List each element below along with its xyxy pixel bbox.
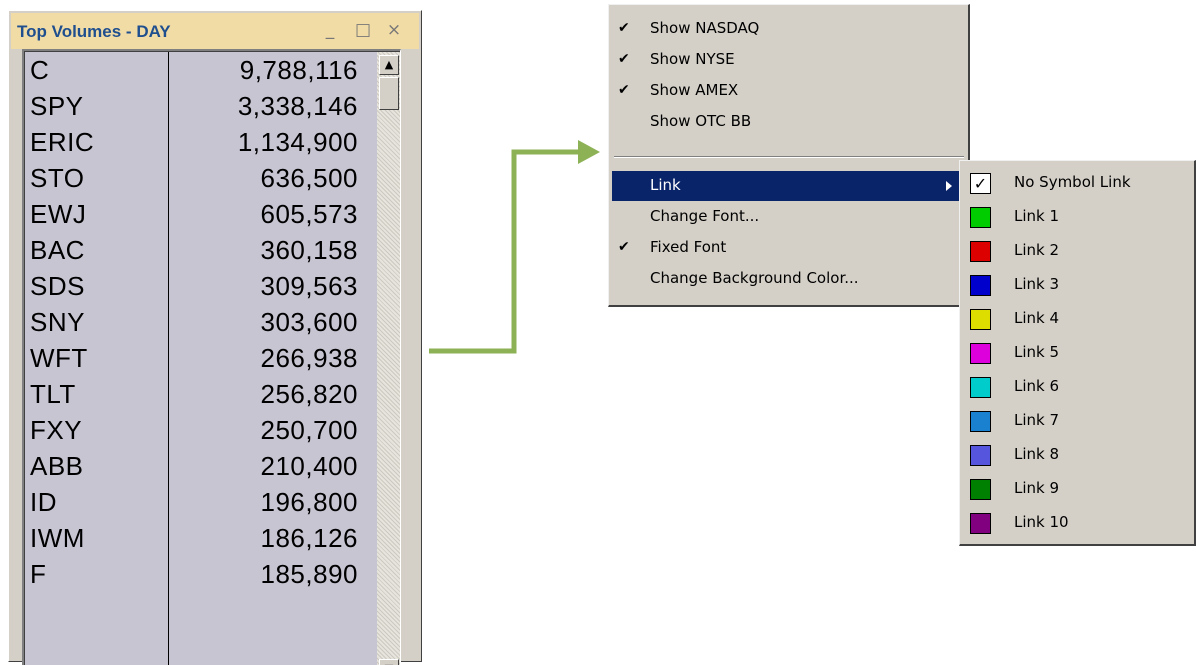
- menu-item-show-nyse[interactable]: ✔ Show NYSE: [612, 45, 966, 75]
- link-color-swatch: [970, 513, 991, 534]
- submenu-item-label: Link 5: [1014, 343, 1060, 361]
- menu-item-label: Show AMEX: [650, 81, 739, 99]
- submenu-item-label: Link 6: [1014, 377, 1060, 395]
- menu-item-label: Fixed Font: [650, 238, 727, 256]
- submenu-item-link-6[interactable]: Link 6: [963, 370, 1193, 404]
- menu-separator: [614, 156, 964, 158]
- link-color-swatch: [970, 207, 991, 228]
- submenu-item-link-4[interactable]: Link 4: [963, 302, 1193, 336]
- menu-item-fixed-font[interactable]: ✔ Fixed Font: [612, 233, 966, 263]
- submenu-item-label: Link 9: [1014, 479, 1060, 497]
- checkmark-icon: ✔: [618, 20, 630, 36]
- submenu-item-link-1[interactable]: Link 1: [963, 200, 1193, 234]
- link-color-swatch: [970, 411, 991, 432]
- submenu-item-link-2[interactable]: Link 2: [963, 234, 1193, 268]
- menu-item-label: Change Font...: [650, 207, 760, 225]
- menu-item-change-background-color[interactable]: Change Background Color...: [612, 264, 966, 294]
- submenu-item-link-7[interactable]: Link 7: [963, 404, 1193, 438]
- submenu-item-link-8[interactable]: Link 8: [963, 438, 1193, 472]
- arrow-head: [578, 140, 600, 164]
- submenu-item-label: Link 3: [1014, 275, 1060, 293]
- link-color-swatch: [970, 309, 991, 330]
- checkbox-icon: ✓: [970, 173, 991, 194]
- menu-item-label: Show NYSE: [650, 50, 735, 68]
- submenu-item-link-3[interactable]: Link 3: [963, 268, 1193, 302]
- checkmark-icon: ✔: [618, 239, 630, 255]
- menu-item-show-nasdaq[interactable]: ✔ Show NASDAQ: [612, 14, 966, 44]
- submenu-item-label: Link 10: [1014, 513, 1069, 531]
- link-color-swatch: [970, 377, 991, 398]
- link-color-swatch: [970, 479, 991, 500]
- submenu-item-label: Link 2: [1014, 241, 1060, 259]
- menu-item-show-otc-bb[interactable]: Show OTC BB: [612, 107, 966, 137]
- checkmark-icon: ✔: [618, 51, 630, 67]
- checkmark-icon: ✔: [618, 82, 630, 98]
- submenu-item-label: Link 8: [1014, 445, 1060, 463]
- link-submenu: ✓ No Symbol Link Link 1 Link 2 Link 3 Link 4 L…: [959, 160, 1196, 546]
- submenu-item-label: Link 7: [1014, 411, 1060, 429]
- link-color-swatch: [970, 343, 991, 364]
- submenu-item-label: No Symbol Link: [1014, 173, 1131, 191]
- submenu-item-link-5[interactable]: Link 5: [963, 336, 1193, 370]
- context-menu: ✔ Show NASDAQ ✔ Show NYSE ✔ Show AMEX Show OTC…: [608, 4, 970, 307]
- menu-item-label: Show OTC BB: [650, 112, 752, 130]
- menu-item-label: Show NASDAQ: [650, 19, 760, 37]
- submenu-item-link-10[interactable]: Link 10: [963, 506, 1193, 540]
- menu-item-label: Change Background Color...: [650, 269, 859, 287]
- link-color-swatch: [970, 445, 991, 466]
- submenu-item-link-9[interactable]: Link 9: [963, 472, 1193, 506]
- submenu-arrow-icon: [946, 181, 952, 191]
- menu-item-label: Link: [650, 176, 681, 194]
- submenu-item-label: Link 1: [1014, 207, 1060, 225]
- menu-item-show-amex[interactable]: ✔ Show AMEX: [612, 76, 966, 106]
- submenu-item-label: Link 4: [1014, 309, 1060, 327]
- menu-item-change-font[interactable]: Change Font...: [612, 202, 966, 232]
- menu-item-link[interactable]: Link: [612, 171, 966, 201]
- link-color-swatch: [970, 241, 991, 262]
- submenu-item-no-symbol-link[interactable]: ✓ No Symbol Link: [963, 166, 1193, 200]
- link-color-swatch: [970, 275, 991, 296]
- arrow-line: [429, 149, 580, 354]
